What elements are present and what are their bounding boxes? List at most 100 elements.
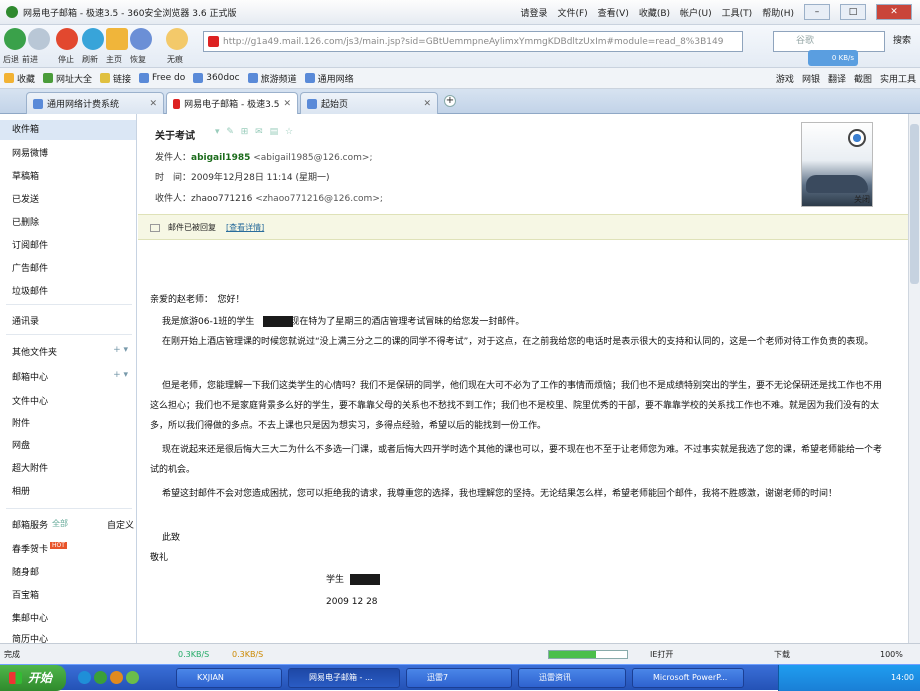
back-arrow-icon[interactable]	[4, 28, 26, 50]
browser-quicklaunch-icon[interactable]	[94, 671, 107, 684]
taskbar-item-powerpoint[interactable]: Microsoft PowerP...	[632, 668, 744, 688]
fav-item-links[interactable]: 链接	[100, 72, 131, 85]
restore-icon[interactable]	[130, 28, 152, 50]
customize-link[interactable]: 自定义	[107, 518, 134, 531]
treasure-box-link[interactable]: 百宝箱	[12, 588, 39, 601]
ie-open-button[interactable]: IE打开	[650, 649, 673, 660]
forward-arrow-icon[interactable]	[28, 28, 50, 50]
tool-games[interactable]: 游戏	[776, 72, 794, 85]
taskbar-item-mail[interactable]: 网易电子邮箱 - ...	[288, 668, 400, 688]
tool-translate[interactable]: 翻译	[828, 72, 846, 85]
to-line: 收件人：zhaoo771216 <zhaoo771216@126.com>;	[155, 194, 383, 204]
ie-quicklaunch-icon[interactable]	[78, 671, 91, 684]
services-all-link[interactable]: 全部	[52, 518, 68, 529]
page-icon	[247, 73, 258, 83]
fav-item-collect[interactable]: 收藏	[4, 72, 35, 85]
app-quicklaunch-icon[interactable]	[126, 671, 139, 684]
netdisk-link[interactable]: 网盘	[12, 438, 30, 451]
new-tab-button[interactable]: +	[444, 95, 456, 107]
mail-favicon-icon	[173, 98, 181, 109]
close-tab-icon[interactable]: ✕	[423, 99, 431, 109]
attachments-link[interactable]: 附件	[12, 416, 30, 429]
tab-billing[interactable]: 通用网络计费系统 ✕	[26, 92, 164, 114]
forward-label: 前进	[22, 55, 38, 64]
vertical-scrollbar[interactable]	[908, 114, 920, 643]
tab-mail[interactable]: 网易电子邮箱 - 极速3.5 ✕	[166, 92, 298, 114]
refresh-icon[interactable]	[82, 28, 104, 50]
minimize-button[interactable]: –	[804, 4, 830, 20]
menu-login[interactable]: 请登录	[520, 6, 547, 19]
bmw-logo-icon	[848, 129, 866, 147]
folder-sent[interactable]: 已发送	[12, 192, 39, 205]
close-tab-icon[interactable]: ✕	[149, 99, 157, 109]
view-details-link[interactable]: [查看详情]	[226, 222, 264, 233]
mail-body: 亲爱的赵老师： 您好！ 我是旅游06-1班的学生 ，现在特为了星期三的酒店管理考…	[138, 240, 920, 643]
stamp-center-link[interactable]: 集邮中心	[12, 611, 48, 624]
tool-screenshot[interactable]: 截图	[854, 72, 872, 85]
folder-drafts[interactable]: 草稿箱	[12, 169, 39, 182]
taskbar-item-folder[interactable]: KXJIAN	[176, 668, 282, 688]
search-button[interactable]: 搜索	[888, 31, 916, 52]
incognito-icon[interactable]	[166, 28, 188, 50]
mobile-mail-link[interactable]: 随身邮	[12, 565, 39, 578]
tool-bank[interactable]: 网银	[802, 72, 820, 85]
mail-services[interactable]: 邮箱服务	[12, 518, 48, 531]
from-name[interactable]: abigail1985	[191, 153, 250, 163]
refresh-label: 刷新	[82, 55, 98, 64]
tab-start[interactable]: 起始页 ✕	[300, 92, 438, 114]
stop-icon[interactable]	[56, 28, 78, 50]
scrollbar-thumb[interactable]	[910, 124, 919, 284]
fav-item-sites[interactable]: 网址大全	[43, 72, 92, 85]
download-button[interactable]: 下载	[774, 649, 790, 660]
contacts-link[interactable]: 通讯录	[12, 314, 39, 327]
large-attachments-link[interactable]: 超大附件	[12, 461, 48, 474]
add-icon[interactable]: + ▾	[113, 370, 128, 380]
mailbox-center[interactable]: 邮箱中心	[12, 370, 48, 383]
close-tab-icon[interactable]: ✕	[283, 99, 291, 109]
file-center[interactable]: 文件中心	[12, 394, 48, 407]
divider	[6, 304, 132, 305]
fav-item-travel[interactable]: 旅游频道	[247, 72, 297, 85]
menu-tools[interactable]: 工具(T)	[722, 6, 753, 19]
folder-ads[interactable]: 广告邮件	[12, 261, 48, 274]
page-icon	[307, 98, 317, 109]
folder-inbox[interactable]: 收件箱	[0, 120, 136, 140]
menu-help[interactable]: 帮助(H)	[762, 6, 794, 19]
spring-card-link[interactable]: 春季贺卡	[12, 542, 48, 555]
fav-item-360doc[interactable]: 360doc	[193, 73, 240, 83]
stop-label: 停止	[58, 55, 74, 64]
album-link[interactable]: 相册	[12, 484, 30, 497]
upload-speed: 0.3KB/S	[232, 649, 264, 659]
start-button[interactable]: 开始	[0, 665, 66, 691]
taskbar-item-xunlei[interactable]: 迅雷7	[406, 668, 512, 688]
closing-1: 此致	[162, 533, 181, 543]
menu-account[interactable]: 帐户(U)	[680, 6, 712, 19]
close-window-button[interactable]: ✕	[876, 4, 912, 20]
address-bar[interactable]: http://g1a49.mail.126.com/js3/main.jsp?s…	[203, 31, 743, 52]
folder-deleted[interactable]: 已删除	[12, 215, 39, 228]
folder-weibo[interactable]: 网易微博	[12, 146, 48, 159]
folder-spam[interactable]: 垃圾邮件	[12, 284, 48, 297]
taskbar-item-xunlei-news[interactable]: 迅雷资讯	[518, 668, 626, 688]
zoom-level[interactable]: 100%	[880, 650, 903, 659]
menu-favorites[interactable]: 收藏(B)	[639, 6, 670, 19]
app-quicklaunch-icon[interactable]	[110, 671, 123, 684]
ad-close-button[interactable]: 关闭	[854, 194, 870, 205]
fav-item-network[interactable]: 通用网络	[304, 72, 354, 85]
tool-utilities[interactable]: 实用工具	[880, 72, 916, 85]
menu-file[interactable]: 文件(F)	[557, 6, 587, 19]
advertisement-image[interactable]: 关闭	[801, 122, 873, 207]
add-folder-icon[interactable]: + ▾	[113, 345, 128, 355]
folder-subscriptions[interactable]: 订阅邮件	[12, 238, 48, 251]
fav-item-freedo[interactable]: Free do	[139, 73, 185, 83]
window-titlebar: 网易电子邮箱 - 极速3.5 - 360安全浏览器 3.6 正式版 请登录 文件…	[0, 0, 920, 25]
favbar-tools: 游戏 网银 翻译 截图 实用工具	[776, 72, 916, 85]
other-folders[interactable]: 其他文件夹	[12, 345, 57, 358]
hot-badge: HOT	[50, 542, 67, 549]
search-input[interactable]: 谷歌	[773, 31, 885, 52]
menu-view[interactable]: 查看(V)	[598, 6, 629, 19]
mail-action-icons[interactable]: ▾ ✎ ⊞ ✉ ▤ ☆	[215, 127, 295, 137]
home-icon[interactable]	[106, 28, 128, 50]
maximize-button[interactable]: □	[840, 4, 866, 20]
signature-date: 2009 12 28	[326, 597, 378, 607]
